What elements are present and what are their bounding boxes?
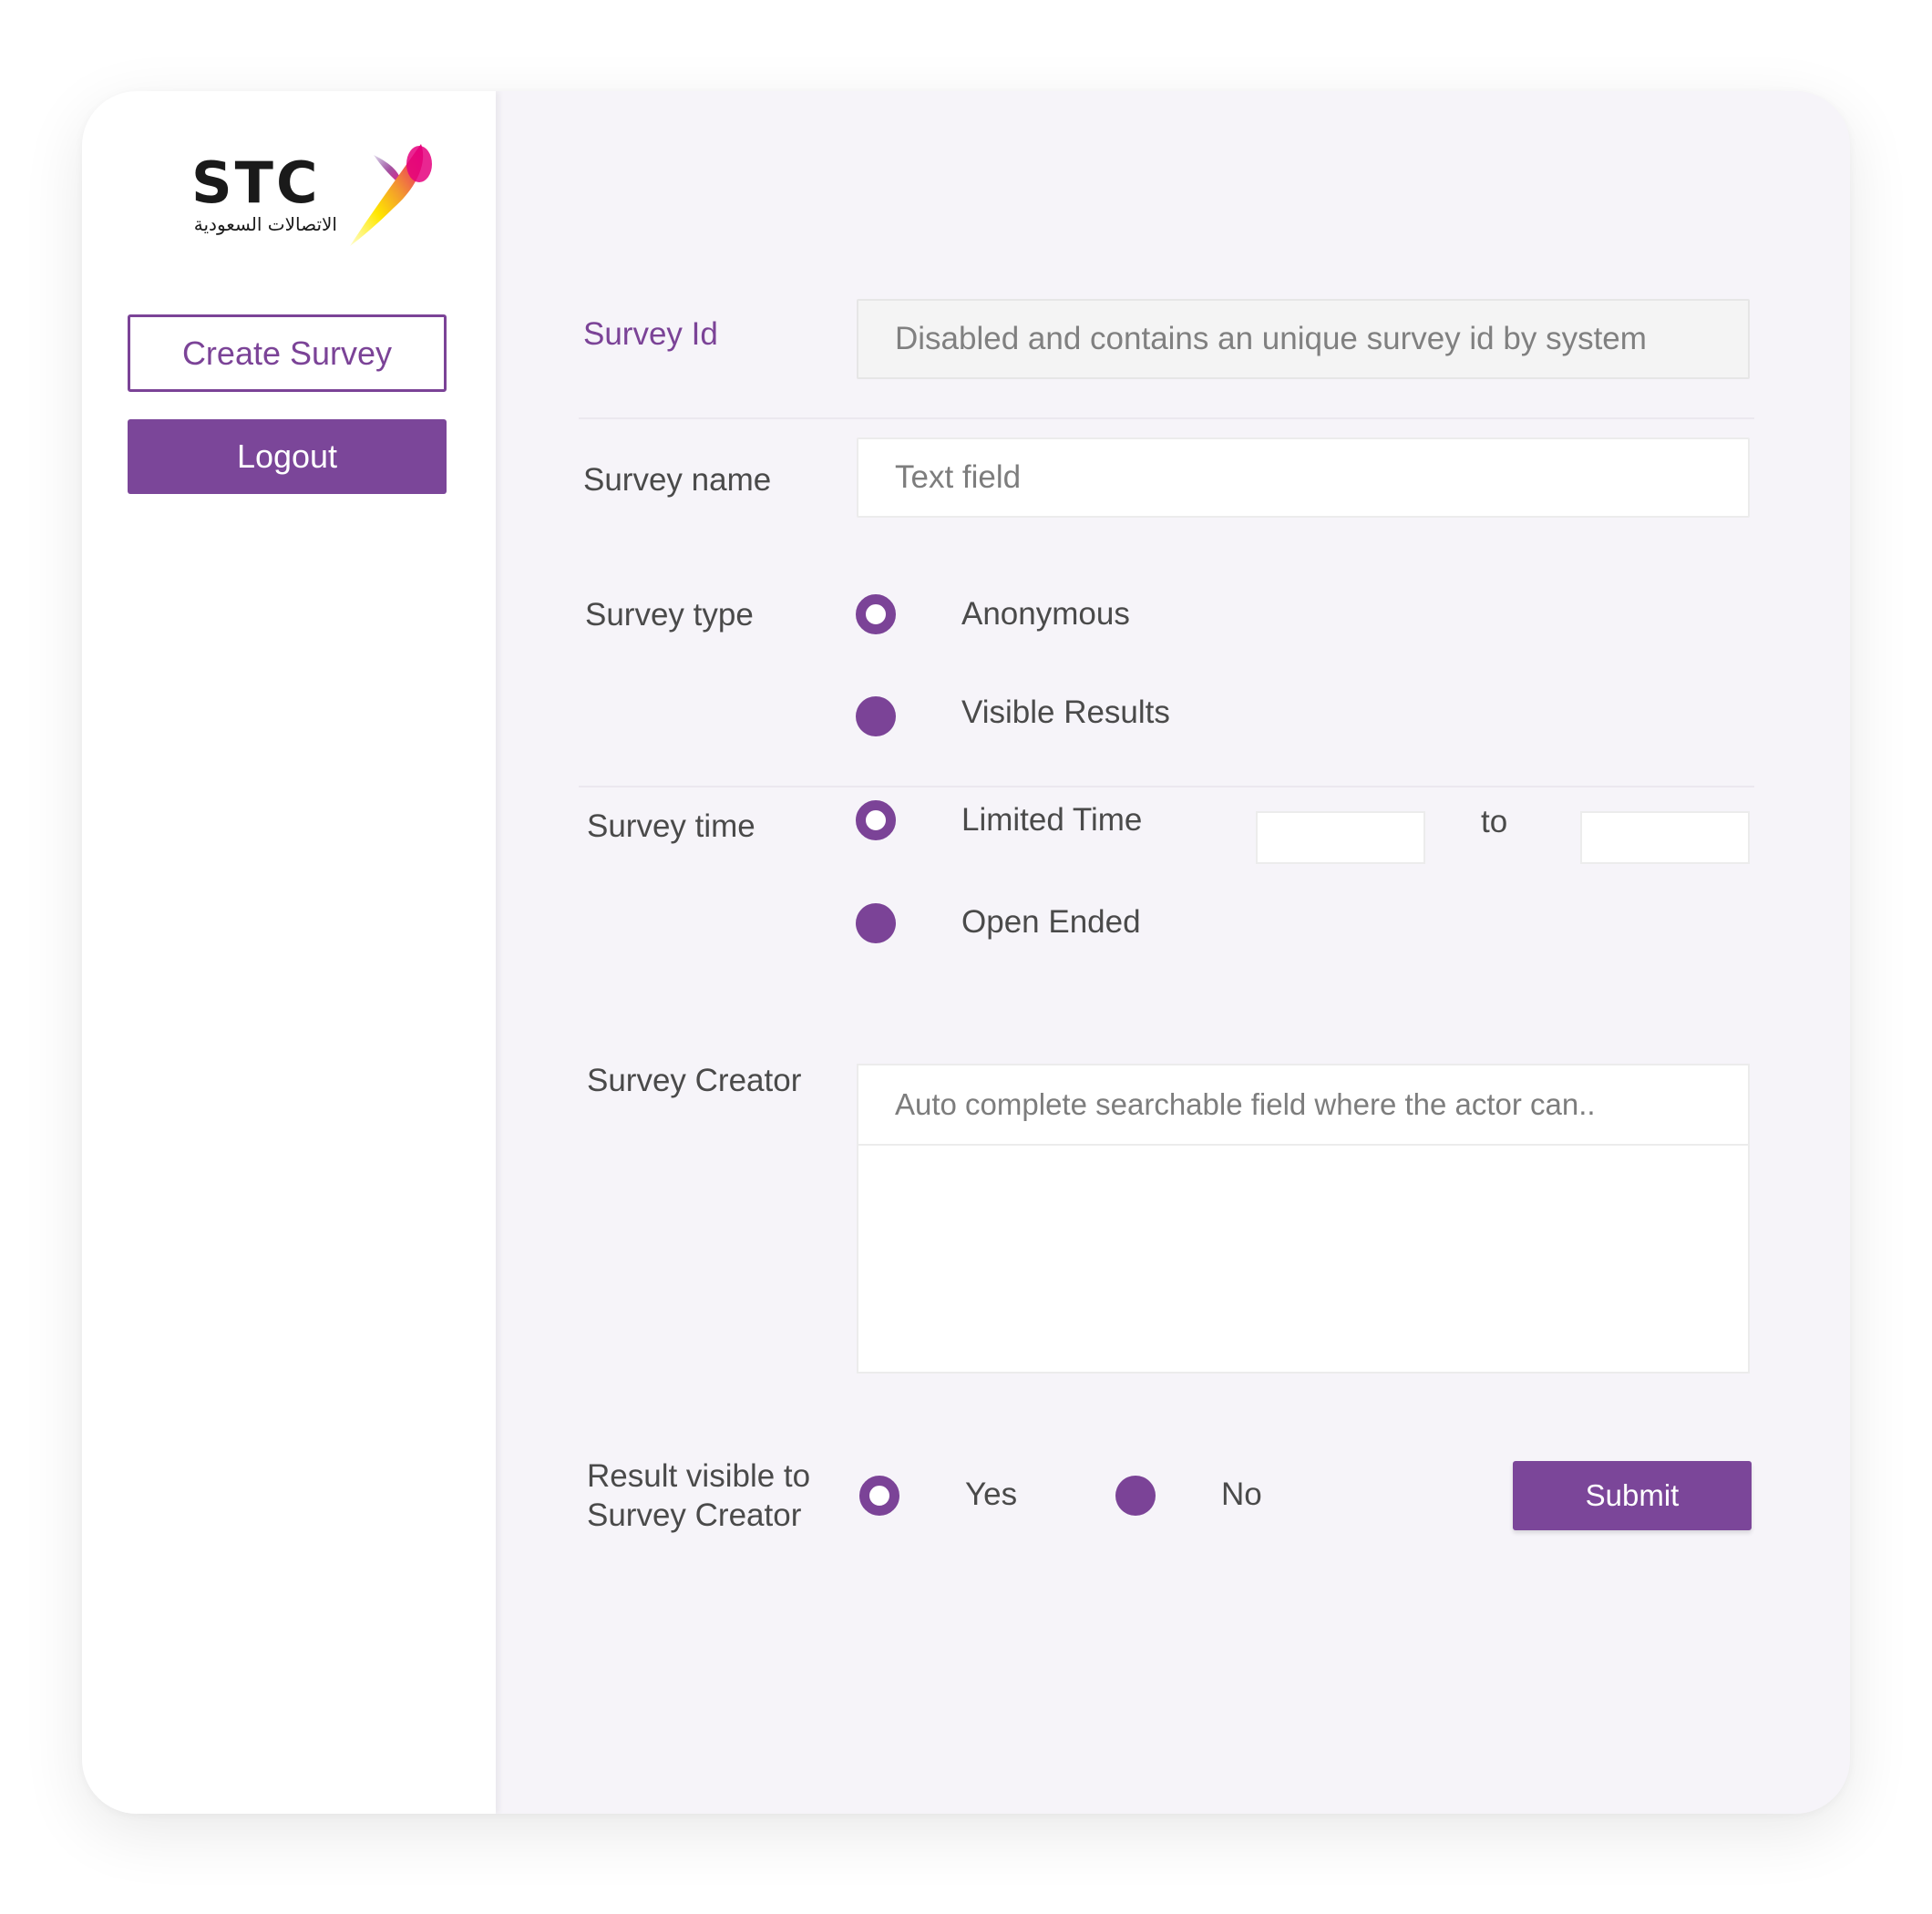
open-ended-option-label: Open Ended [961,904,1141,940]
logout-button[interactable]: Logout [128,419,447,494]
visible-results-option-label: Visible Results [961,695,1170,730]
survey-name-input[interactable]: Text field [857,437,1750,518]
logo-text: STC [191,149,321,216]
visible-results-radio[interactable] [856,696,896,736]
result-visible-yes-radio[interactable] [859,1476,899,1516]
yes-option-label: Yes [965,1477,1018,1512]
survey-type-label: Survey type [585,597,754,633]
result-visible-no-radio[interactable] [1115,1476,1156,1516]
survey-creator-box: Auto complete searchable field where the… [857,1064,1750,1374]
anonymous-radio[interactable] [856,594,896,634]
app-window: STC الاتصالات السعودية Create Survey Log… [82,91,1850,1814]
stc-swoosh-icon [350,144,432,246]
divider [579,417,1754,419]
survey-time-label: Survey time [587,808,755,844]
anonymous-option-label: Anonymous [961,596,1130,632]
survey-creator-search-input[interactable]: Auto complete searchable field where the… [858,1065,1748,1146]
result-visible-label-line1: Result visible to [587,1458,811,1494]
survey-id-label: Survey Id [583,316,718,352]
sidebar: STC الاتصالات السعودية Create Survey Log… [82,91,496,1814]
survey-creator-label: Survey Creator [587,1063,802,1098]
survey-id-field: Disabled and contains an unique survey i… [857,299,1750,379]
stc-logo: STC الاتصالات السعودية [146,137,432,264]
logo-arabic-text: الاتصالات السعودية [193,213,337,235]
end-time-input[interactable] [1580,811,1750,864]
create-survey-button[interactable]: Create Survey [128,314,447,392]
limited-time-radio[interactable] [856,800,896,840]
range-separator: to [1481,804,1508,839]
start-time-input[interactable] [1256,811,1425,864]
divider [579,786,1754,787]
open-ended-radio[interactable] [856,903,896,943]
limited-time-option-label: Limited Time [961,802,1143,838]
submit-button[interactable]: Submit [1513,1461,1752,1530]
no-option-label: No [1221,1477,1262,1512]
survey-name-label: Survey name [583,462,772,498]
result-visible-label-line2: Survey Creator [587,1497,802,1533]
